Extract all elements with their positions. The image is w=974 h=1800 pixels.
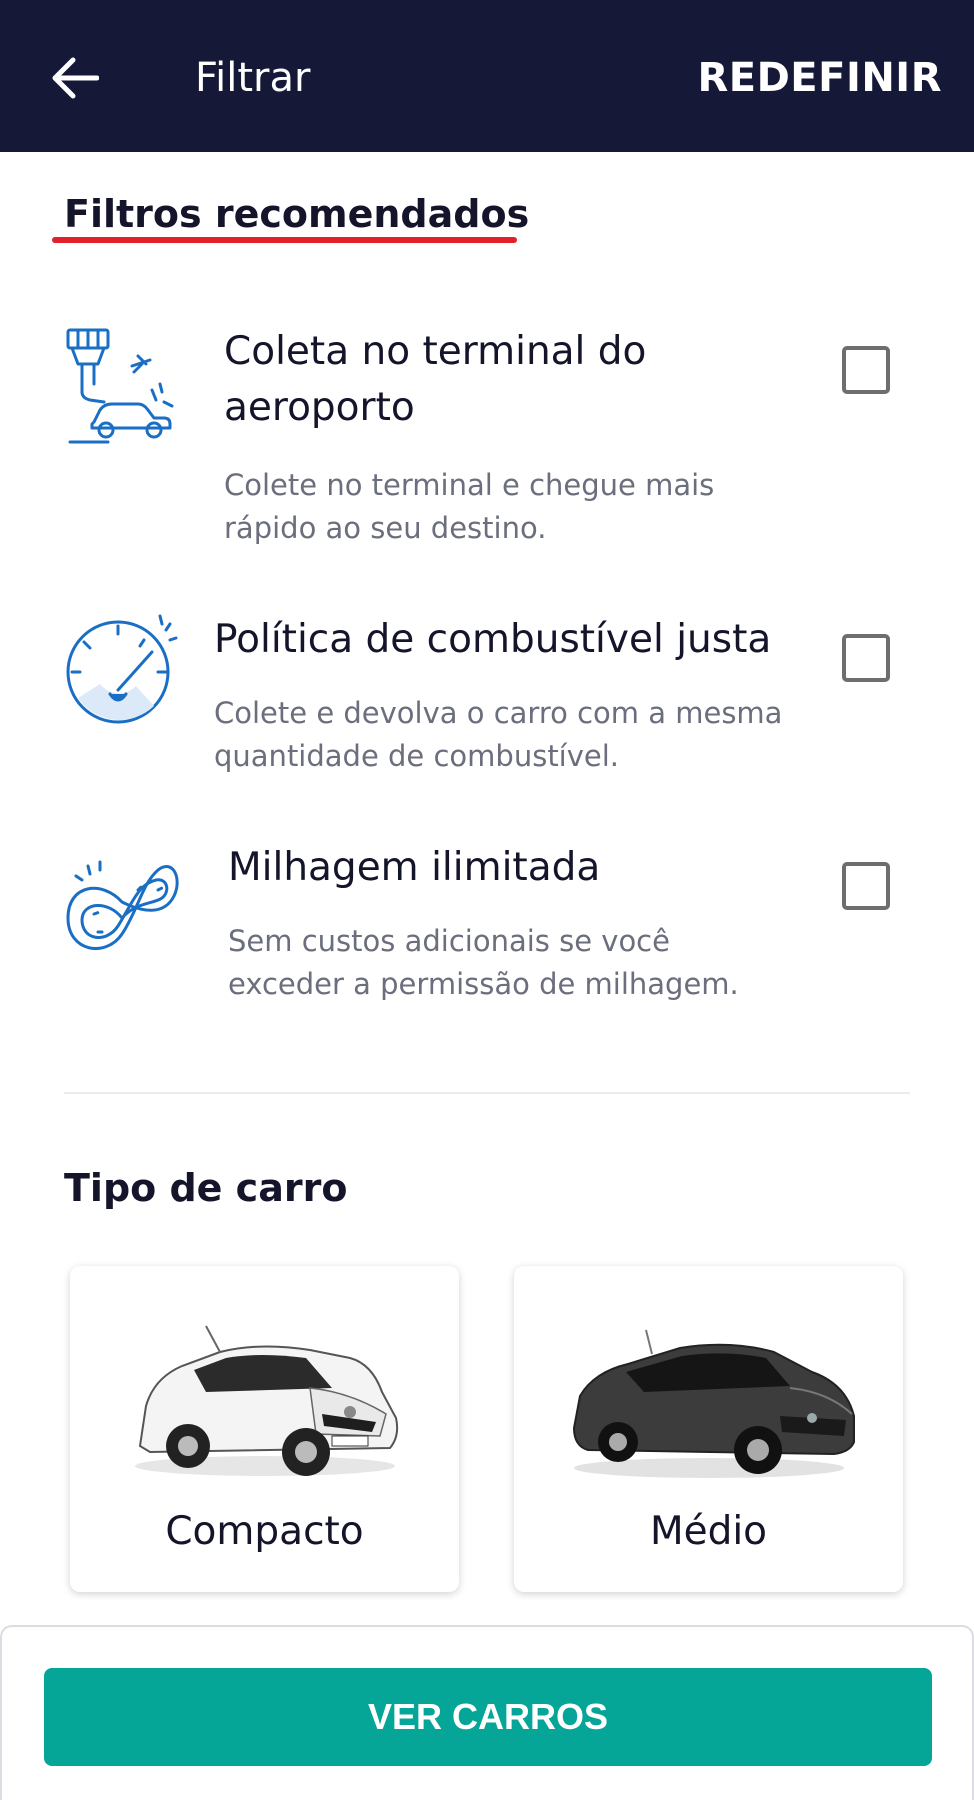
- filter-description: Sem custos adicionais se você: [228, 924, 670, 958]
- reset-button[interactable]: REDEFINIR: [697, 48, 942, 108]
- filter-description-continued: quantidade de combustível.: [214, 739, 620, 773]
- arrow-left-icon: [52, 57, 99, 99]
- airport-pickup-icon: [66, 328, 174, 444]
- filter-title: Coleta no terminal do: [224, 329, 647, 374]
- filter-description: Colete e devolva o carro com a mesma: [214, 696, 783, 730]
- midsize-car-image: [572, 1329, 855, 1478]
- filter-description: Colete no terminal e chegue mais: [224, 468, 715, 502]
- car-card-compact[interactable]: Compacto: [70, 1266, 459, 1592]
- filter-description-continued: exceder a permissão de milhagem.: [228, 967, 739, 1001]
- airport-pickup-checkbox[interactable]: [842, 346, 890, 394]
- fuel-gauge-icon: [66, 614, 178, 724]
- car-type-heading: Tipo de carro: [64, 1166, 348, 1210]
- recommended-filters-heading: Filtros recomendados: [64, 192, 530, 236]
- car-card-midsize[interactable]: Médio: [514, 1266, 903, 1592]
- car-type-label: Compacto: [165, 1509, 364, 1554]
- heading-underline: [52, 237, 517, 243]
- back-button[interactable]: [44, 48, 104, 108]
- section-divider: [64, 1092, 910, 1094]
- page-title: Filtrar: [195, 55, 311, 101]
- bottom-action-panel: VER CARROS: [0, 1625, 974, 1800]
- filter-title-continued: aeroporto: [224, 385, 415, 430]
- filter-title: Política de combustível justa: [214, 617, 772, 662]
- compact-car-image: [135, 1325, 399, 1476]
- unlimited-mileage-checkbox[interactable]: [842, 862, 890, 910]
- filter-description-continued: rápido ao seu destino.: [224, 511, 547, 545]
- fair-fuel-policy-checkbox[interactable]: [842, 634, 890, 682]
- infinity-road-icon: [66, 860, 179, 950]
- view-cars-button[interactable]: VER CARROS: [44, 1668, 932, 1766]
- top-bar: Filtrar REDEFINIR: [0, 0, 974, 152]
- car-type-label: Médio: [649, 1509, 768, 1554]
- filter-title: Milhagem ilimitada: [228, 845, 601, 890]
